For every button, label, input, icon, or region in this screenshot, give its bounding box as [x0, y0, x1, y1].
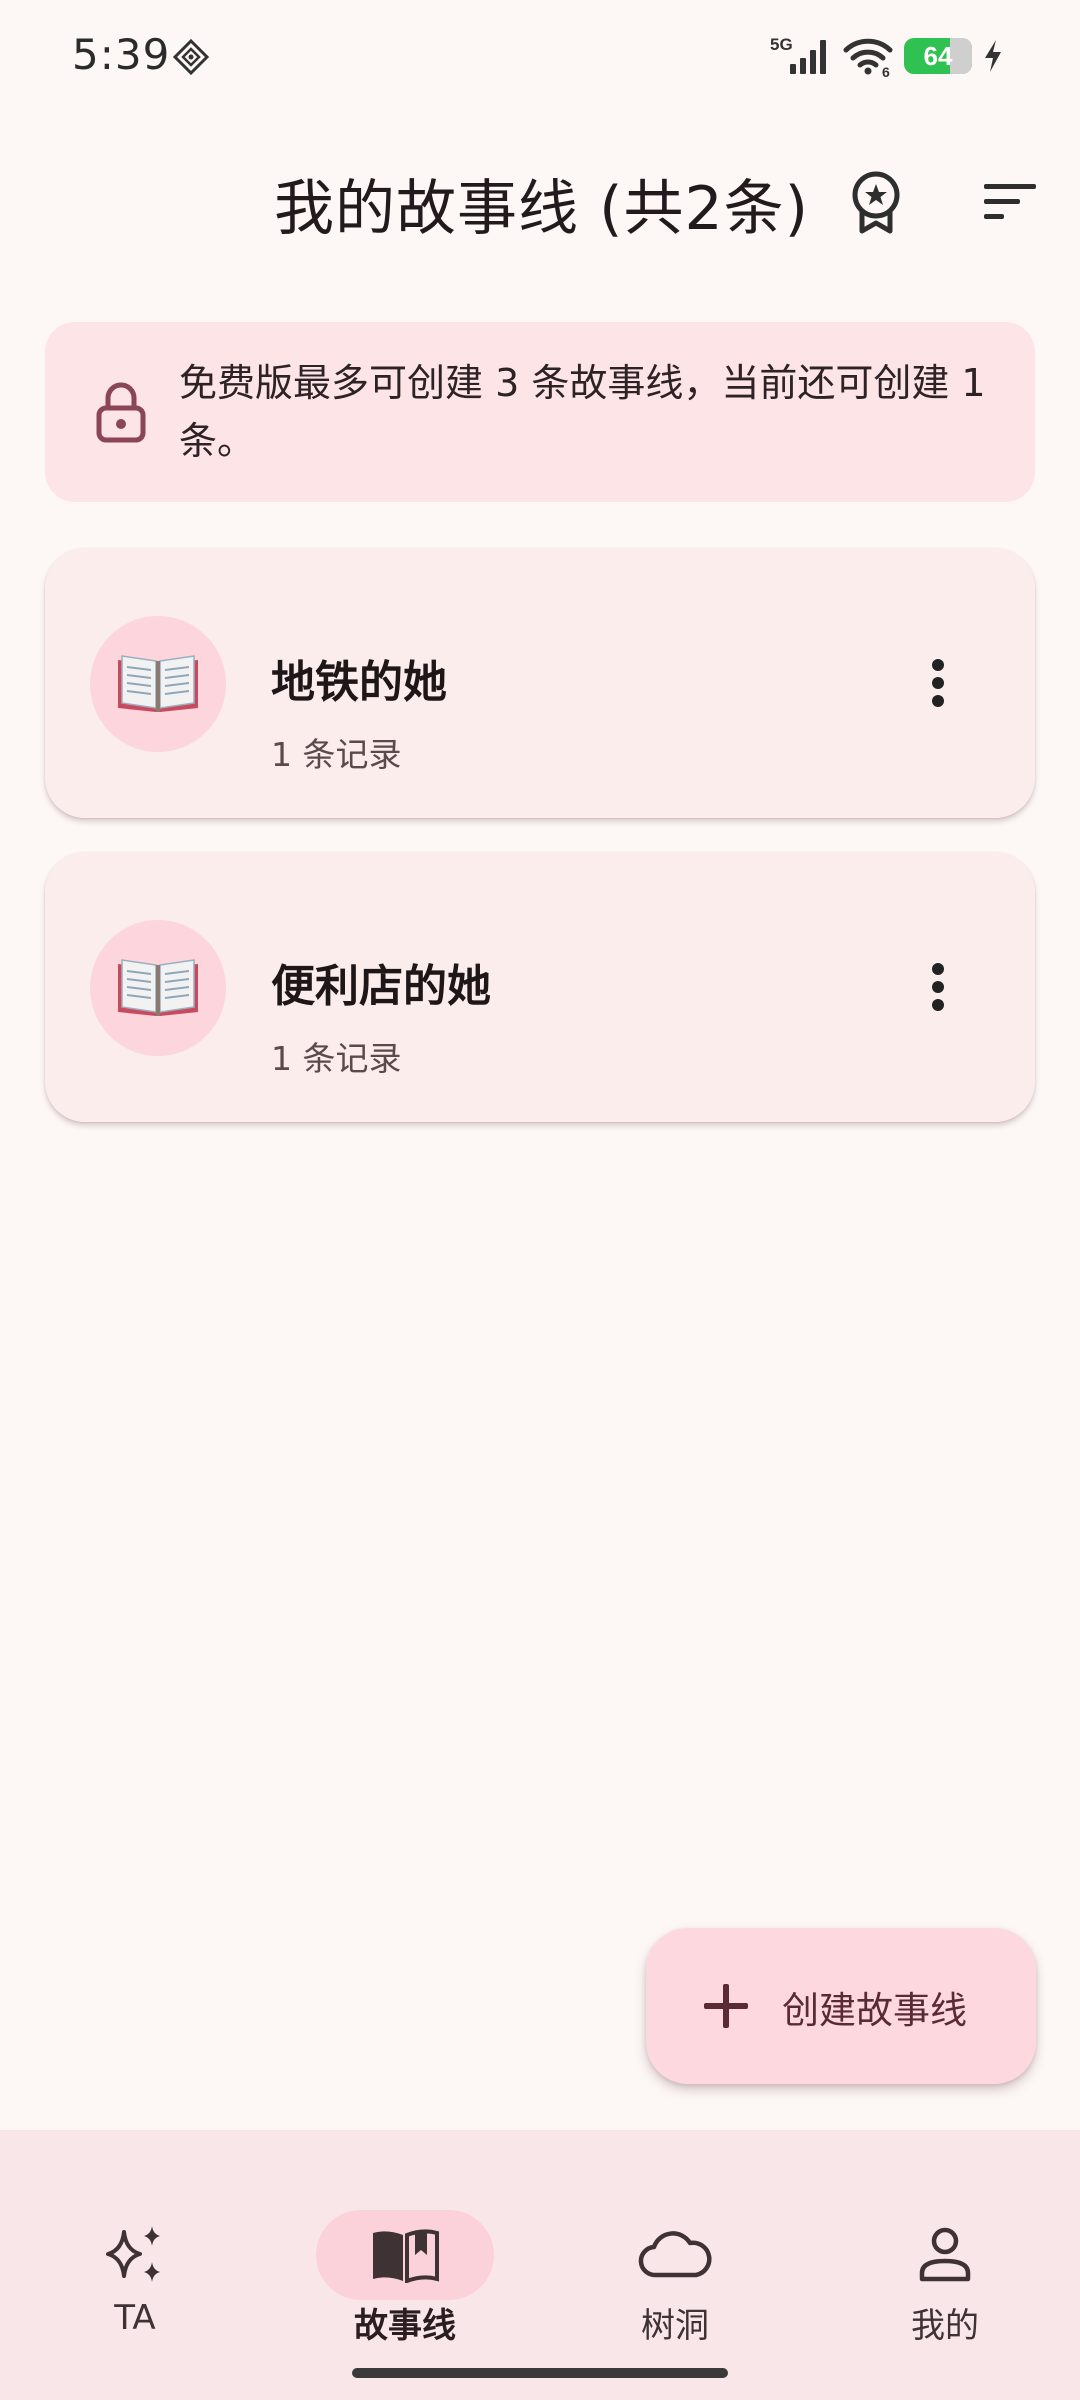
header: 我的故事线 (共2条): [0, 150, 1080, 250]
network-label: 5G: [770, 35, 793, 54]
page-title: 我的故事线 (共2条): [274, 174, 810, 244]
award-icon: [852, 171, 900, 234]
story-name: 地铁的她: [271, 657, 447, 708]
screen: 5:39 5G 6 64 我的故事线 (共2条) 免费版最多可创建 3 条故事线…: [0, 0, 1080, 2400]
nav-label-me: 我的: [911, 2306, 979, 2346]
nav-tab-tree-hole[interactable]: 树洞: [561, 2170, 781, 2360]
nav-label-ta: TA: [114, 2298, 156, 2338]
award-button[interactable]: [834, 160, 918, 244]
story-avatar: [90, 920, 226, 1056]
wifi-icon: 6: [843, 38, 893, 78]
story-record-count: 1 条记录: [271, 735, 402, 774]
book-icon: [373, 2229, 439, 2283]
plus-icon: [704, 1984, 748, 2028]
sort-button[interactable]: [968, 160, 1052, 244]
status-icons: 5G 6 64: [770, 34, 1004, 78]
bottom-nav: TA 故事线 树洞 我的: [0, 2130, 1080, 2400]
wifi-badge: 6: [882, 64, 890, 78]
sort-icon: [984, 184, 1036, 219]
story-record-count: 1 条记录: [271, 1039, 402, 1078]
more-vert-icon: [932, 963, 944, 1011]
battery-level: 64: [923, 40, 953, 71]
app-badge-icon: [172, 38, 210, 76]
open-book-icon: [118, 655, 198, 712]
nav-tab-story[interactable]: 故事线: [291, 2170, 511, 2360]
create-story-label: 创建故事线: [782, 1989, 967, 2032]
nav-label-tree-hole: 树洞: [641, 2306, 709, 2346]
cloud-icon: [638, 2231, 712, 2278]
person-icon: [919, 2227, 971, 2282]
lock-icon: [85, 376, 157, 448]
signal-icon: 5G: [770, 35, 826, 74]
charging-icon: [985, 40, 1001, 72]
nav-tab-ta[interactable]: TA: [21, 2170, 241, 2360]
status-bar: 5:39 5G 6 64: [0, 0, 1080, 110]
nav-label-story: 故事线: [354, 2306, 456, 2346]
nav-tab-me[interactable]: 我的: [831, 2170, 1051, 2360]
notice-text: 免费版最多可创建 3 条故事线，当前还可创建 1 条。: [179, 361, 986, 463]
story-name: 便利店的她: [271, 961, 491, 1012]
sparkles-icon: [106, 2226, 160, 2282]
story-card[interactable]: 便利店的她 1 条记录: [45, 852, 1035, 1122]
open-book-icon: [118, 959, 198, 1016]
more-vert-icon: [932, 659, 944, 707]
home-indicator[interactable]: [352, 2368, 728, 2378]
story-card[interactable]: 地铁的她 1 条记录: [45, 548, 1035, 818]
battery-icon: 64: [904, 38, 972, 74]
story-avatar: [90, 616, 226, 752]
status-time: 5:39: [72, 30, 171, 79]
free-plan-notice: 免费版最多可创建 3 条故事线，当前还可创建 1 条。: [45, 322, 1035, 502]
more-options-button[interactable]: [895, 638, 981, 728]
more-options-button[interactable]: [895, 942, 981, 1032]
create-story-button[interactable]: 创建故事线: [646, 1928, 1036, 2084]
